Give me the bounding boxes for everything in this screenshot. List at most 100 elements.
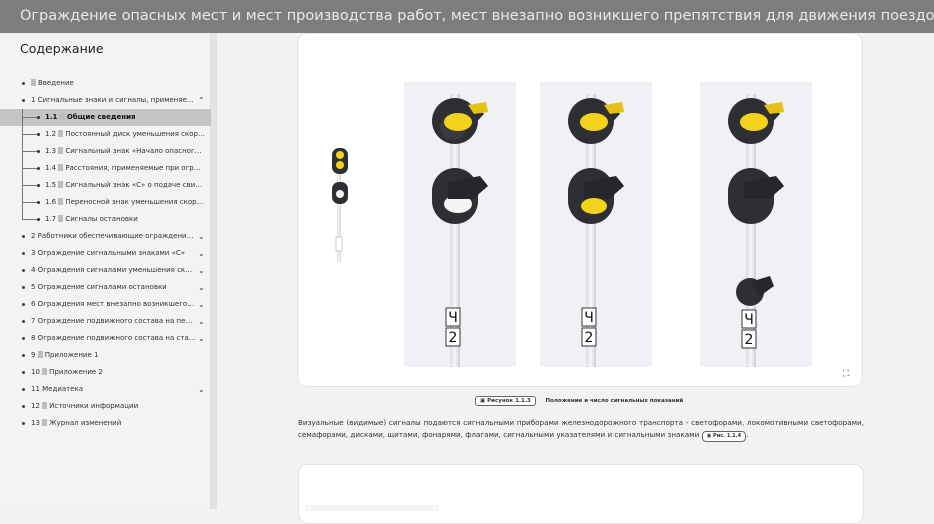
- toc-item-label: 1 Сигнальные знаки и сигналы, применяем.…: [31, 96, 196, 104]
- bullet-dot: [22, 99, 25, 102]
- bullet-dot: [37, 116, 40, 119]
- toc-subitem[interactable]: 1.3 Сигнальный знак «Начало опасного ...: [0, 143, 211, 160]
- fullscreen-icon[interactable]: ⛶: [843, 369, 849, 379]
- toc-item[interactable]: 3 Ограждение сигнальными знаками «С» ⌄: [0, 245, 211, 262]
- post-mark-ch-1: Ч: [448, 310, 458, 326]
- figure-link-badge[interactable]: ▣ Рис. 1.1.4: [701, 431, 747, 442]
- chevron-down-icon[interactable]: ⌄: [198, 262, 205, 279]
- chevron-down-icon[interactable]: ⌄: [198, 296, 205, 313]
- toc-item-label: 4 Ограждения сигналами уменьшения скоро.…: [31, 266, 196, 274]
- paragraph-tail: .: [746, 430, 749, 439]
- toc-item-label: Введение: [31, 75, 196, 92]
- toc-item[interactable]: 1 Сигнальные знаки и сигналы, применяем.…: [0, 92, 211, 109]
- post-mark-ch-2: Ч: [584, 310, 594, 326]
- document-icon: [58, 198, 64, 205]
- page-title: Ограждение опасных мест и мест производс…: [20, 8, 934, 24]
- toc-item-label: 1.7 Сигналы остановки: [45, 215, 138, 223]
- table-of-contents-panel: Содержание Введение 1 Сигнальные знаки и …: [0, 33, 211, 509]
- toc-subitem[interactable]: 1.6 Переносной знак уменьшения скорос...: [0, 194, 211, 211]
- toc-item-label: 1.6 Переносной знак уменьшения скорос...: [45, 198, 205, 206]
- bullet-dot: [37, 167, 40, 170]
- toc-item[interactable]: Введение: [0, 75, 211, 92]
- signal-illustration: Ч 2 Ч 2 Ч 2: [332, 82, 812, 367]
- chevron-down-icon[interactable]: ⌄: [198, 279, 205, 296]
- bullet-dot: [22, 320, 25, 323]
- document-icon: [42, 368, 48, 375]
- document-icon: [42, 402, 48, 409]
- toc-item[interactable]: 10 Приложение 2: [0, 364, 211, 381]
- post-mark-2-1: 2: [449, 330, 458, 346]
- toc-item[interactable]: 6 Ограждения мест внезапно возникшего п.…: [0, 296, 211, 313]
- document-icon: [58, 181, 64, 188]
- toc-item-label: 11 Медиатека: [31, 385, 84, 393]
- chevron-down-icon[interactable]: ⌄: [198, 245, 205, 262]
- figure-link-label: Рис. 1.1.4: [713, 433, 742, 439]
- toc-item-label: 1.3 Сигнальный знак «Начало опасного ...: [45, 147, 205, 155]
- toc-item[interactable]: 7 Ограждение подвижного состава на перег…: [0, 313, 211, 330]
- toc-subitem[interactable]: 1.2 Постоянный диск уменьшения скоро...: [0, 126, 211, 143]
- toc-subitem[interactable]: 1.1 Общие сведения: [0, 109, 211, 126]
- document-icon: [58, 147, 64, 154]
- bullet-dot: [22, 405, 25, 408]
- toc-item[interactable]: 5 Ограждение сигналами остановки ⌄: [0, 279, 211, 296]
- toc-item-label: 12 Источники информации: [31, 402, 139, 410]
- bullet-dot: [22, 337, 25, 340]
- toc-item-label: 1.1 Общие сведения: [45, 113, 136, 121]
- figure-badge-label: Рисунок 1.1.3: [487, 398, 531, 404]
- toc-item-label: 5 Ограждение сигналами остановки: [31, 283, 167, 291]
- bullet-dot: [22, 269, 25, 272]
- bullet-dot: [22, 388, 25, 391]
- post-mark-2-2: 2: [585, 330, 594, 346]
- figure-caption: ▣ Рисунок 1.1.3 Положение и число сигнал…: [475, 396, 683, 406]
- figure-card: Ч 2 Ч 2 Ч 2 ⛶: [297, 33, 863, 387]
- next-figure-card: [298, 464, 864, 524]
- toc-subitem[interactable]: 1.7 Сигналы остановки: [0, 211, 211, 228]
- figure-badge[interactable]: ▣ Рисунок 1.1.3: [475, 396, 536, 406]
- toc-subitem[interactable]: 1.4 Расстояния, применяемые при ограж...: [0, 160, 211, 177]
- bullet-dot: [37, 184, 40, 187]
- toc-item[interactable]: 11 Медиатека ⌄: [0, 381, 211, 398]
- toc-item[interactable]: 13 Журнал изменений: [0, 415, 211, 432]
- document-icon: [58, 130, 64, 137]
- bullet-dot: [22, 286, 25, 289]
- toc-heading: Содержание: [20, 41, 104, 56]
- chevron-down-icon[interactable]: ⌄: [198, 313, 205, 330]
- body-paragraph: Визуальные (видимые) сигналы подаются си…: [298, 417, 864, 442]
- bullet-dot: [22, 235, 25, 238]
- document-icon: [37, 351, 43, 358]
- chevron-up-icon[interactable]: ⌃: [198, 92, 205, 109]
- toc-item[interactable]: 9 Приложение 1: [0, 347, 211, 364]
- document-icon: [31, 79, 36, 86]
- post-mark-ch-3: Ч: [744, 312, 754, 328]
- toc-item-label: 2 Работники обеспечивающие ограждение о.…: [31, 232, 196, 240]
- toc-item-label: 8 Ограждение подвижного состава на станц…: [31, 334, 196, 342]
- bullet-dot: [22, 422, 25, 425]
- toc-item[interactable]: 4 Ограждения сигналами уменьшения скоро.…: [0, 262, 211, 279]
- toc-item-label: 10 Приложение 2: [31, 368, 103, 376]
- bullet-dot: [22, 252, 25, 255]
- placeholder-bar: [305, 505, 439, 511]
- bullet-dot: [22, 371, 25, 374]
- toc-list: Введение 1 Сигнальные знаки и сигналы, пр…: [0, 75, 211, 432]
- toc-item[interactable]: 2 Работники обеспечивающие ограждение о.…: [0, 228, 211, 245]
- toc-item-label: 6 Ограждения мест внезапно возникшего п.…: [31, 300, 196, 308]
- page-title-bar: Ограждение опасных мест и мест производс…: [0, 0, 934, 33]
- document-icon: [58, 164, 64, 171]
- document-icon: [42, 419, 48, 426]
- toc-item-label: 1.4 Расстояния, применяемые при ограж...: [45, 164, 205, 172]
- toc-item-label: 1.5 Сигнальный знак «С» о подаче свист..…: [45, 181, 205, 189]
- toc-subitem[interactable]: 1.5 Сигнальный знак «С» о подаче свист..…: [0, 177, 211, 194]
- bullet-dot: [37, 133, 40, 136]
- post-mark-2-3: 2: [745, 332, 754, 348]
- bullet-dot: [22, 303, 25, 306]
- chevron-down-icon[interactable]: ⌄: [198, 228, 205, 245]
- chevron-down-icon[interactable]: ⌄: [198, 330, 205, 347]
- toc-item-label: 3 Ограждение сигнальными знаками «С»: [31, 249, 186, 257]
- document-icon: [58, 215, 64, 222]
- bullet-dot: [22, 82, 25, 85]
- paragraph-text: Визуальные (видимые) сигналы подаются си…: [298, 418, 864, 439]
- toc-item[interactable]: 8 Ограждение подвижного состава на станц…: [0, 330, 211, 347]
- caption-text: Положение и число сигнальных показаний: [545, 398, 684, 404]
- chevron-down-icon[interactable]: ⌄: [198, 381, 205, 398]
- toc-item[interactable]: 12 Источники информации: [0, 398, 211, 415]
